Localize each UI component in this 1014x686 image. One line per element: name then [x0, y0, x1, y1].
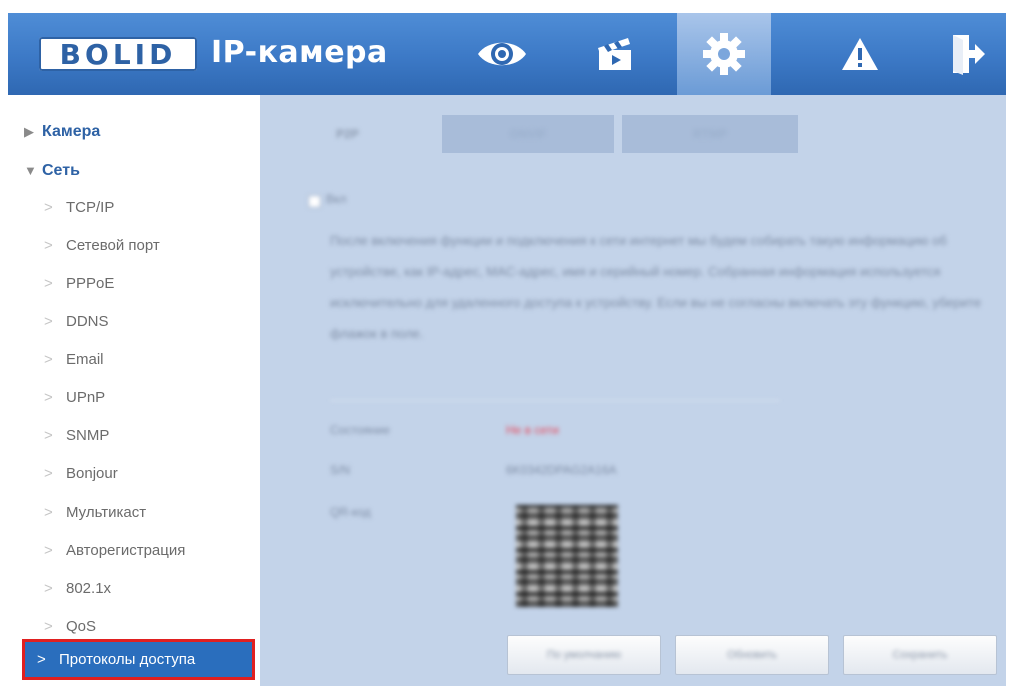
sidebar-item-multicast[interactable]: > Мультикаст — [44, 498, 146, 528]
tab-p2p[interactable]: P2P — [260, 115, 435, 153]
qr-code-image — [516, 505, 618, 607]
sidebar-item-bonjour[interactable]: > Bonjour — [44, 459, 118, 489]
sidebar-item-email[interactable]: > Email — [44, 345, 104, 375]
logo-text: BOLID — [59, 37, 177, 71]
chevron-right-icon: > — [44, 465, 53, 482]
settings-sidebar: ▶ Камера ▼ Сеть > TCP/IP > Сетевой порт > PPP… — [8, 95, 260, 686]
chevron-right-icon: > — [44, 389, 53, 406]
sidebar-item-autoregistration[interactable]: > Авторегистрация — [44, 536, 185, 566]
chevron-right-icon: > — [44, 542, 53, 559]
sidebar-item-network-port[interactable]: > Сетевой порт — [44, 231, 160, 261]
section-divider — [330, 400, 780, 401]
sidebar-group-camera[interactable]: ▶ Камера — [24, 117, 100, 147]
status-label: Состояние — [330, 423, 390, 437]
enable-checkbox[interactable] — [308, 195, 321, 208]
chevron-right-icon: > — [44, 618, 53, 635]
sidebar-item-snmp[interactable]: > SNMP — [44, 421, 109, 451]
bolid-logo: BOLID — [39, 37, 197, 71]
enable-label: Вкл — [326, 192, 347, 206]
top-header: BOLID IP-камера — [8, 13, 1006, 95]
save-button[interactable]: Сохранить — [843, 635, 997, 675]
chevron-right-icon: > — [44, 313, 53, 330]
sn-value: 6K0342DPAG2A16A — [506, 463, 617, 477]
tab-rtmp[interactable]: RTMP — [622, 115, 798, 153]
sidebar-item-tcpip[interactable]: > TCP/IP — [44, 193, 114, 223]
expand-right-icon: ▶ — [24, 124, 34, 139]
settings-gear-icon[interactable] — [677, 13, 771, 95]
logout-door-icon[interactable] — [930, 13, 1004, 95]
sidebar-item-qos[interactable]: > QoS — [44, 612, 96, 642]
status-value: Не в сети — [506, 423, 559, 437]
chevron-right-icon: > — [44, 275, 53, 292]
sidebar-item-pppoe[interactable]: > PPPoE — [44, 269, 114, 299]
default-button[interactable]: По умолчанию — [507, 635, 661, 675]
expand-down-icon: ▼ — [24, 163, 37, 178]
refresh-button[interactable]: Обновить — [675, 635, 829, 675]
chevron-right-icon: > — [44, 351, 53, 368]
qr-label: QR-код — [330, 505, 371, 519]
chevron-right-icon: > — [44, 580, 53, 597]
alarm-warning-icon[interactable] — [823, 13, 897, 95]
app-title: IP-камера — [211, 35, 388, 70]
chevron-right-icon: > — [44, 199, 53, 216]
tab-onvif[interactable]: ONVIF — [442, 115, 614, 153]
sidebar-item-8021x[interactable]: >802.1x — [44, 574, 111, 604]
chevron-right-icon: > — [44, 237, 53, 254]
sidebar-item-upnp[interactable]: > UPnP — [44, 383, 105, 413]
sidebar-item-ddns[interactable]: > DDNS — [44, 307, 109, 337]
privacy-description: После включения функции и подключения к … — [330, 233, 982, 341]
playback-clapperboard-icon[interactable] — [578, 13, 652, 95]
sidebar-group-network[interactable]: ▼ Сеть — [24, 156, 80, 186]
content-panel: P2P ONVIF RTMP Вкл После включения функц… — [260, 95, 1006, 686]
sidebar-item-access-protocols[interactable]: > Протоколы доступа — [22, 639, 255, 680]
chevron-right-icon: > — [44, 427, 53, 444]
chevron-right-icon: > — [37, 651, 46, 668]
sn-label: S/N — [330, 463, 351, 477]
live-view-eye-icon[interactable] — [465, 13, 539, 95]
chevron-right-icon: > — [44, 504, 53, 521]
